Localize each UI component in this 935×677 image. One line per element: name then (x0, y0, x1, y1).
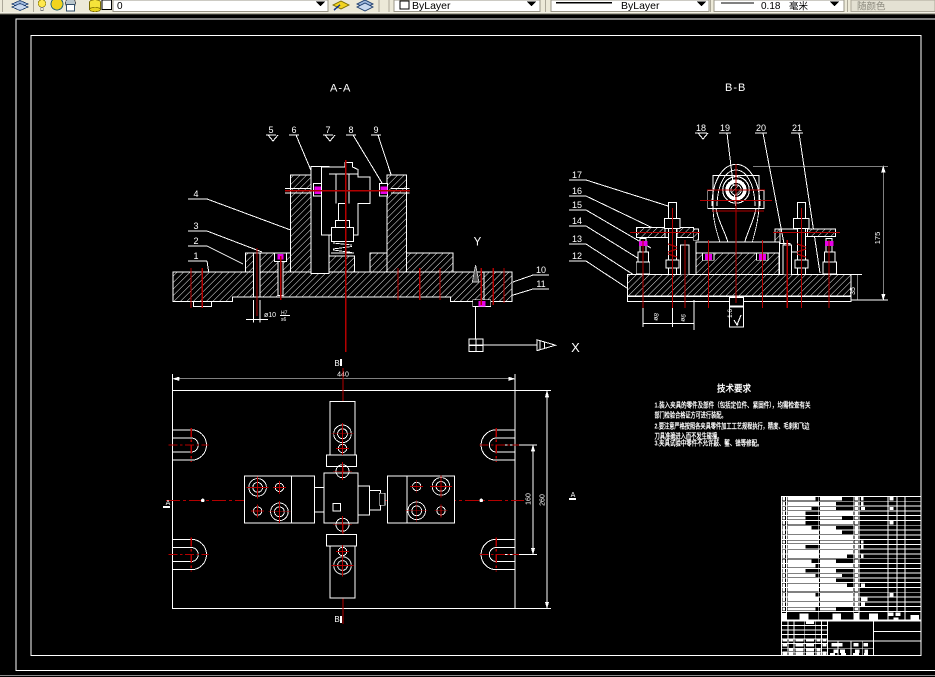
svg-text:2: 2 (193, 236, 198, 246)
svg-text:15: 15 (572, 200, 582, 210)
svg-text:随颜色: 随颜色 (857, 1, 886, 13)
svg-text:35: 35 (850, 287, 857, 295)
svg-text:6: 6 (291, 125, 296, 135)
svg-text:部门检验合格证方可进行装配。: 部门检验合格证方可进行装配。 (655, 411, 727, 420)
svg-text:175: 175 (873, 232, 882, 245)
svg-text:1.装入夹具的零件及部件（包括定位件、紧固件），均需检查有关: 1.装入夹具的零件及部件（包括定位件、紧固件），均需检查有关 (655, 401, 812, 410)
svg-text:2.要注意严格按照各夹具零件加工工艺规程执行，精度、毛刺和飞: 2.要注意严格按照各夹具零件加工工艺规程执行，精度、毛刺和飞边 (655, 422, 811, 431)
svg-text:Y: Y (474, 237, 482, 249)
svg-text:16: 16 (572, 186, 582, 196)
svg-text:3.夹具试验中零件不允许敲、錾、锉等修配。: 3.夹具试验中零件不允许敲、錾、锉等修配。 (655, 439, 763, 448)
svg-text:14: 14 (572, 216, 582, 226)
svg-text:13: 13 (572, 234, 582, 244)
svg-text:毫米: 毫米 (789, 1, 809, 13)
svg-text:5: 5 (268, 125, 273, 135)
svg-text:ByLayer: ByLayer (621, 0, 660, 12)
svg-text:12: 12 (572, 251, 582, 261)
svg-text:A: A (571, 492, 576, 499)
svg-text:A-A: A-A (330, 83, 351, 95)
svg-text:9: 9 (373, 125, 378, 135)
svg-text:B-B: B-B (725, 82, 746, 94)
svg-text:s6: s6 (281, 317, 287, 323)
svg-text:8: 8 (348, 125, 353, 135)
svg-text:20: 20 (756, 123, 766, 133)
svg-text:1.6: 1.6 (727, 309, 734, 318)
svg-text:160: 160 (526, 493, 533, 505)
svg-text:10: 10 (536, 265, 546, 275)
svg-text:ø10: ø10 (264, 312, 276, 319)
svg-text:B: B (334, 615, 339, 624)
svg-text:19: 19 (720, 123, 730, 133)
svg-text:18: 18 (696, 123, 706, 133)
svg-text:7: 7 (325, 125, 330, 135)
svg-text:0.18: 0.18 (761, 1, 781, 12)
svg-text:260: 260 (540, 494, 547, 506)
svg-text:21: 21 (792, 123, 802, 133)
svg-text:A: A (166, 500, 171, 507)
svg-text:0: 0 (117, 1, 123, 12)
svg-text:X: X (571, 340, 580, 355)
svg-text:4: 4 (193, 189, 198, 199)
svg-text:1: 1 (193, 251, 198, 261)
svg-text:17: 17 (572, 170, 582, 180)
svg-text:ByLayer: ByLayer (412, 0, 451, 12)
svg-text:技术要求: 技术要求 (717, 383, 752, 394)
svg-text:B: B (334, 359, 339, 368)
svg-text:3: 3 (193, 221, 198, 231)
svg-text:11: 11 (536, 279, 545, 289)
